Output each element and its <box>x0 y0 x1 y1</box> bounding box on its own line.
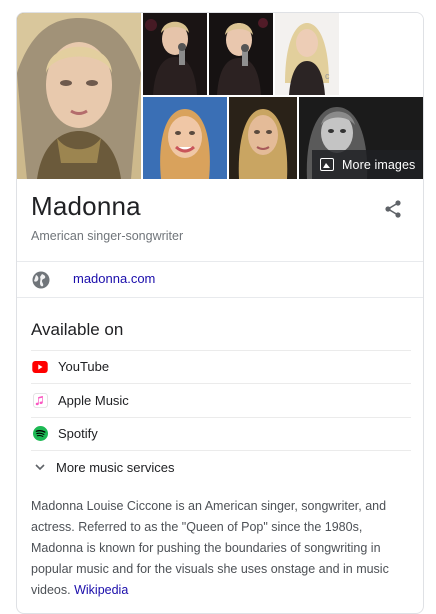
wikipedia-link[interactable]: Wikipedia <box>74 583 128 597</box>
service-label: YouTube <box>58 359 110 374</box>
divider <box>17 297 423 298</box>
available-on-heading: Available on <box>31 320 124 339</box>
image-smile[interactable] <box>143 97 227 179</box>
apple-music-icon <box>31 392 49 410</box>
image-closeup[interactable] <box>229 97 297 179</box>
divider <box>17 261 423 262</box>
image-portrait-main[interactable] <box>17 13 141 179</box>
spotify-icon <box>31 425 49 443</box>
more-images-label: More images <box>342 157 416 172</box>
entity-description: Madonna Louise Ciccone is an American si… <box>31 496 411 601</box>
more-music-services-button[interactable]: More music services <box>31 455 174 479</box>
youtube-icon <box>31 358 49 376</box>
service-label: Spotify <box>58 426 98 441</box>
website-link[interactable]: madonna.com <box>73 271 155 286</box>
share-icon[interactable] <box>383 199 403 219</box>
service-label: Apple Music <box>58 393 129 408</box>
more-music-services-label: More music services <box>56 459 175 475</box>
divider <box>31 450 411 451</box>
svg-text:c: c <box>325 71 330 81</box>
image-mosaic: c More images <box>17 13 423 179</box>
image-gallery-icon <box>320 158 334 171</box>
service-youtube[interactable]: YouTube <box>31 350 411 383</box>
chevron-down-icon <box>35 464 45 471</box>
service-spotify[interactable]: Spotify <box>31 417 411 450</box>
globe-icon <box>31 270 51 290</box>
entity-subtitle: American singer-songwriter <box>31 229 184 243</box>
image-concert-1[interactable] <box>143 13 207 95</box>
image-concert-2[interactable] <box>209 13 273 95</box>
image-event[interactable]: c <box>275 13 339 95</box>
service-apple-music[interactable]: Apple Music <box>31 384 411 417</box>
knowledge-panel: c More images Madonna American singer-so… <box>16 12 424 614</box>
entity-title: Madonna <box>31 191 141 221</box>
more-images-button[interactable]: More images <box>312 150 422 179</box>
